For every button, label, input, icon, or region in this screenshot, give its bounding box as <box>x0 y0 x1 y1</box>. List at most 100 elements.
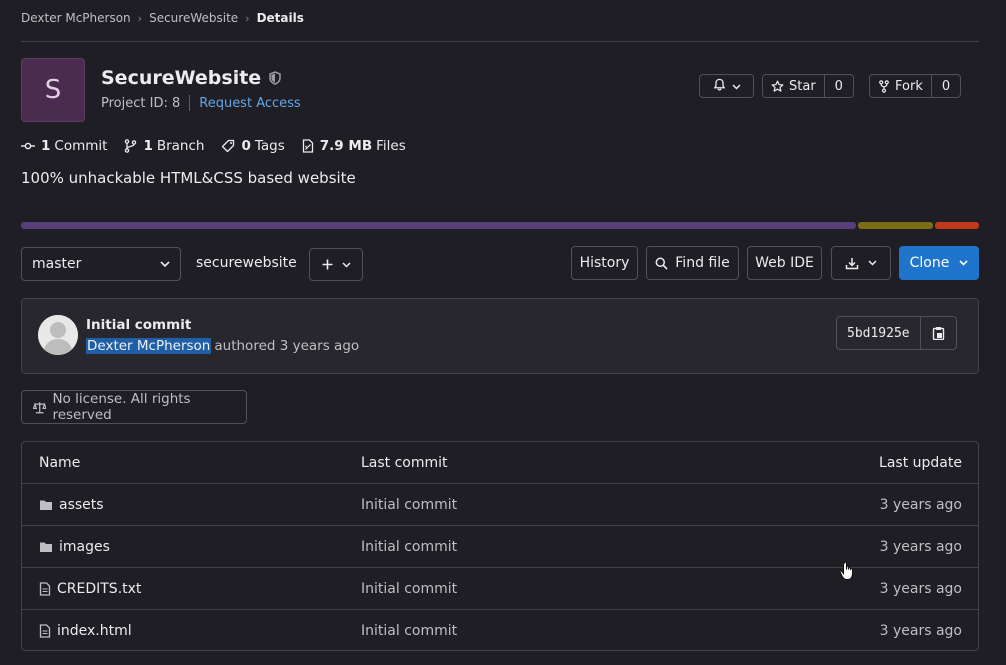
file-name-cell: assets <box>22 497 344 513</box>
commit-sha[interactable]: 5bd1925e <box>837 317 920 349</box>
header-divider <box>21 41 979 42</box>
language-bar <box>21 222 979 229</box>
commit-icon <box>21 142 35 150</box>
table-row[interactable]: CREDITS.txt Initial commit 3 years ago <box>22 568 978 610</box>
branch-icon <box>125 139 137 153</box>
commits-stat[interactable]: 1 Commit <box>21 138 107 154</box>
branch-select[interactable]: master <box>21 247 181 281</box>
chevron-down-icon <box>959 260 968 266</box>
file-icon <box>39 581 51 596</box>
chevron-down-icon <box>160 261 170 267</box>
request-access-link[interactable]: Request Access <box>199 96 300 111</box>
language-segment[interactable] <box>934 222 979 229</box>
branches-label: Branch <box>156 138 205 154</box>
history-button[interactable]: History <box>571 246 638 280</box>
last-update-cell: 3 years ago <box>879 580 962 597</box>
commit-message-cell[interactable]: Initial commit <box>344 497 744 513</box>
commits-count: 1 <box>41 138 51 154</box>
files-label: Files <box>376 138 406 154</box>
breadcrumb: Dexter McPherson › SecureWebsite › Detai… <box>21 10 304 26</box>
bell-icon <box>713 78 726 95</box>
file-name-cell: images <box>22 539 344 555</box>
commit-authored: authored 3 years ago <box>214 338 360 354</box>
file-name[interactable]: images <box>59 539 110 555</box>
fork-button[interactable]: Fork <box>870 75 931 97</box>
breadcrumb-user[interactable]: Dexter McPherson <box>21 11 131 25</box>
scale-icon <box>33 401 47 413</box>
chevron-down-icon <box>341 261 351 268</box>
chevron-down-icon <box>731 79 741 94</box>
fork-icon <box>878 79 890 93</box>
column-header-name: Name <box>39 454 81 471</box>
file-name-cell: index.html <box>22 623 344 639</box>
table-row[interactable]: index.html Initial commit 3 years ago <box>22 610 978 650</box>
add-file-dropdown[interactable] <box>309 248 363 281</box>
hand-cursor-icon <box>839 561 857 585</box>
column-header-last-update: Last update <box>879 454 962 471</box>
file-name[interactable]: CREDITS.txt <box>57 581 141 597</box>
commit-message-cell[interactable]: Initial commit <box>344 623 744 639</box>
commit-meta: Dexter McPherson authored 3 years ago <box>86 337 359 355</box>
last-update-cell: 3 years ago <box>879 538 962 555</box>
path-root[interactable]: securewebsite <box>196 255 297 271</box>
plus-icon <box>322 259 333 270</box>
file-tree-table: Name Last commit Last update assets Init… <box>21 441 979 651</box>
project-avatar[interactable]: S <box>21 58 85 122</box>
table-row[interactable]: assets Initial commit 3 years ago <box>22 484 978 526</box>
project-title: SecureWebsite <box>101 67 281 89</box>
web-ide-button[interactable]: Web IDE <box>747 246 822 280</box>
copy-sha-button[interactable] <box>919 317 956 349</box>
table-row[interactable]: images Initial commit 3 years ago <box>22 526 978 568</box>
license-button[interactable]: No license. All rights reserved <box>21 390 247 424</box>
language-segment[interactable] <box>21 222 857 229</box>
files-size: 7.9 MB <box>319 138 373 154</box>
star-button-group: Star 0 <box>762 74 854 98</box>
clone-dropdown[interactable]: Clone <box>899 246 979 280</box>
folder-icon <box>40 500 52 510</box>
chevron-right-icon: › <box>245 11 250 25</box>
fork-count[interactable]: 0 <box>930 75 960 97</box>
fork-button-group: Fork 0 <box>869 74 962 98</box>
project-stats: 1 Commit 1 Branch 0 Tags 7.9 MB Files <box>21 137 423 155</box>
branch-name: master <box>32 256 82 272</box>
divider <box>189 95 191 111</box>
tags-label: Tags <box>254 138 285 154</box>
file-name-cell: CREDITS.txt <box>22 581 344 597</box>
column-header-last-commit: Last commit <box>361 454 448 471</box>
files-stat[interactable]: 7.9 MB Files <box>302 138 406 154</box>
commit-author[interactable]: Dexter McPherson <box>86 338 212 354</box>
repo-path: securewebsite / <box>196 255 318 271</box>
commit-sha-group: 5bd1925e <box>836 316 957 350</box>
branches-stat[interactable]: 1 Branch <box>124 138 204 154</box>
file-name[interactable]: index.html <box>57 623 132 639</box>
download-dropdown[interactable] <box>831 246 891 280</box>
project-id: Project ID: 8 <box>101 95 181 111</box>
commit-message-cell[interactable]: Initial commit <box>344 539 744 555</box>
license-label: No license. All rights reserved <box>52 391 191 423</box>
star-label: Star <box>789 78 816 94</box>
tags-stat[interactable]: 0 Tags <box>221 138 285 154</box>
commit-title[interactable]: Initial commit <box>86 317 191 333</box>
breadcrumb-current[interactable]: Details <box>257 11 304 25</box>
project-name: SecureWebsite <box>101 67 262 89</box>
star-count[interactable]: 0 <box>823 75 853 97</box>
clone-label: Clone <box>909 255 950 271</box>
notification-dropdown[interactable] <box>699 74 754 98</box>
avatar[interactable] <box>38 315 78 355</box>
branches-count: 1 <box>143 138 153 154</box>
folder-icon <box>40 542 52 552</box>
table-header: Name Last commit Last update <box>22 442 978 484</box>
search-icon <box>655 257 668 270</box>
fork-label: Fork <box>895 78 923 94</box>
commit-message-cell[interactable]: Initial commit <box>344 581 744 597</box>
file-name[interactable]: assets <box>59 497 104 513</box>
breadcrumb-project[interactable]: SecureWebsite <box>149 11 238 25</box>
project-description: 100% unhackable HTML&CSS based website <box>21 169 356 187</box>
clipboard-icon <box>932 326 945 340</box>
chevron-down-icon <box>868 260 877 266</box>
shield-icon <box>269 71 281 85</box>
find-file-button[interactable]: Find file <box>646 246 739 280</box>
star-button[interactable]: Star <box>763 75 824 97</box>
find-file-label: Find file <box>675 255 730 271</box>
language-segment[interactable] <box>858 222 933 229</box>
